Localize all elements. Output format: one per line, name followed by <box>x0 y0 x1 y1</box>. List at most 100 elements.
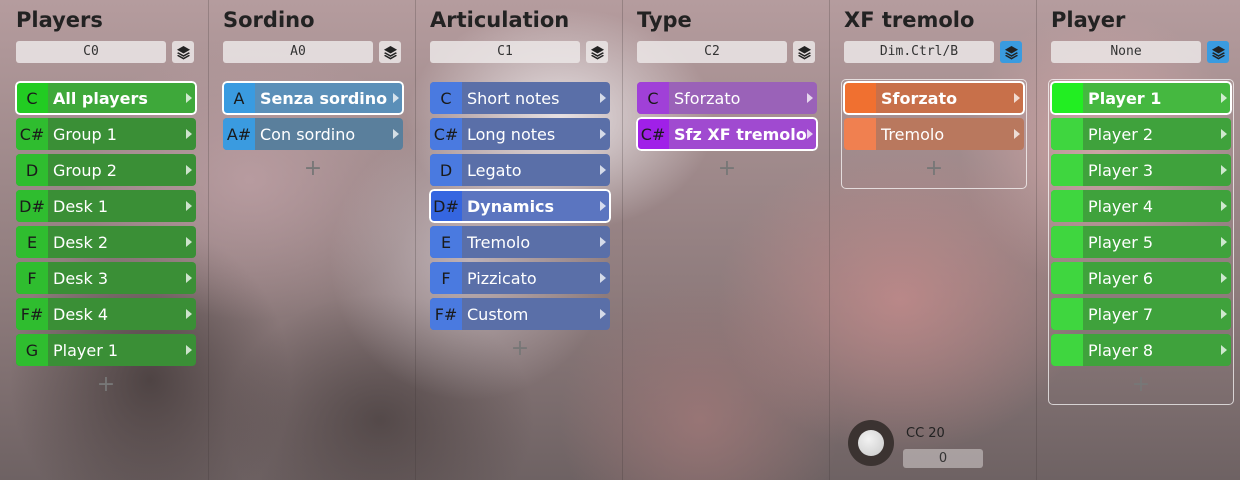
articulation-list: C Short notes C# Long notes D Legato D# Dynamic… <box>429 82 611 364</box>
chevron-right-icon <box>1014 93 1020 103</box>
key-swatch <box>1051 262 1083 294</box>
chevron-right-icon <box>600 201 606 211</box>
layers-button[interactable] <box>172 41 194 63</box>
list-item[interactable]: Player 1 <box>1050 81 1232 115</box>
column-title: Player <box>1051 8 1126 32</box>
item-label: Player 7 <box>1088 304 1154 324</box>
item-label: Player 1 <box>53 340 119 360</box>
list-item[interactable]: D# Desk 1 <box>16 190 196 222</box>
chevron-right-icon <box>1221 345 1227 355</box>
chevron-right-icon <box>393 129 399 139</box>
key-swatch: C <box>430 82 462 114</box>
list-item[interactable]: F Pizzicato <box>430 262 610 294</box>
cc-value-field[interactable]: 0 <box>903 449 983 468</box>
chevron-right-icon <box>393 93 399 103</box>
list-item[interactable]: Player 4 <box>1051 190 1231 222</box>
key-swatch: D# <box>16 190 48 222</box>
layers-button[interactable] <box>793 41 815 63</box>
list-item[interactable]: D Group 2 <box>16 154 196 186</box>
key-swatch: C <box>16 82 48 114</box>
key-swatch: G <box>16 334 48 366</box>
list-item[interactable]: Sforzato <box>843 81 1025 115</box>
chevron-right-icon <box>1221 165 1227 175</box>
add-item-button[interactable]: + <box>16 370 196 400</box>
knob-cap <box>858 430 884 456</box>
chevron-right-icon <box>1221 129 1227 139</box>
list-item[interactable]: A# Con sordino <box>223 118 403 150</box>
list-item[interactable]: Player 6 <box>1051 262 1231 294</box>
item-label: Player 2 <box>1088 124 1154 144</box>
column-title: Type <box>637 8 692 32</box>
add-item-button[interactable]: + <box>430 334 610 364</box>
chevron-right-icon <box>600 129 606 139</box>
keyswitch-field[interactable]: C1 <box>430 41 580 63</box>
layers-button[interactable] <box>1000 41 1022 63</box>
articulation-list: A Senza sordino A# Con sordino + <box>222 81 404 184</box>
key-swatch <box>1051 118 1083 150</box>
layers-button[interactable] <box>1207 41 1229 63</box>
column-player: Player None Player 1 Player 2 Player 3 Play… <box>1043 0 1240 480</box>
add-item-button[interactable]: + <box>223 154 403 184</box>
list-item[interactable]: C# Long notes <box>430 118 610 150</box>
list-item[interactable]: D# Dynamics <box>429 189 611 223</box>
chevron-right-icon <box>600 237 606 247</box>
add-item-button[interactable]: + <box>1051 370 1231 400</box>
chevron-right-icon <box>1221 93 1227 103</box>
item-label: Player 5 <box>1088 232 1154 252</box>
chevron-right-icon <box>1221 309 1227 319</box>
item-label: Desk 4 <box>53 304 109 324</box>
key-swatch: C# <box>637 118 669 150</box>
list-item[interactable]: F# Custom <box>430 298 610 330</box>
keyswitch-field[interactable]: C2 <box>637 41 787 63</box>
layers-icon <box>1211 45 1225 59</box>
column-title: Sordino <box>223 8 315 32</box>
list-item[interactable]: C Sforzato <box>637 82 817 114</box>
list-item[interactable]: C Short notes <box>430 82 610 114</box>
list-item[interactable]: Player 2 <box>1051 118 1231 150</box>
key-swatch <box>1051 334 1083 366</box>
list-item[interactable]: E Tremolo <box>430 226 610 258</box>
key-swatch: C <box>637 82 669 114</box>
add-item-button[interactable]: + <box>637 154 817 184</box>
list-item[interactable]: Player 3 <box>1051 154 1231 186</box>
keyswitch-field[interactable]: C0 <box>16 41 166 63</box>
knob-body <box>848 420 894 466</box>
list-item[interactable]: F Desk 3 <box>16 262 196 294</box>
add-item-button[interactable]: + <box>844 154 1024 184</box>
list-item[interactable]: Player 5 <box>1051 226 1231 258</box>
list-item[interactable]: Player 8 <box>1051 334 1231 366</box>
list-item[interactable]: Player 7 <box>1051 298 1231 330</box>
item-label: Group 1 <box>53 124 117 144</box>
keyswitch-field[interactable]: None <box>1051 41 1201 63</box>
key-swatch: A# <box>223 118 255 150</box>
keyswitch-field[interactable]: A0 <box>223 41 373 63</box>
list-item[interactable]: C# Sfz XF tremolo <box>636 117 818 151</box>
layers-button[interactable] <box>586 41 608 63</box>
chevron-right-icon <box>186 237 192 247</box>
column-title: XF tremolo <box>844 8 975 32</box>
list-item[interactable]: A Senza sordino <box>222 81 404 115</box>
column-title: Articulation <box>430 8 570 32</box>
list-item[interactable]: D Legato <box>430 154 610 186</box>
list-item[interactable]: C All players <box>15 81 197 115</box>
chevron-right-icon <box>807 93 813 103</box>
articulation-list: C All players C# Group 1 D Group 2 D# Desk 1 E De… <box>15 81 197 400</box>
item-label: Desk 2 <box>53 232 109 252</box>
cc-label: CC 20 <box>906 426 945 441</box>
item-label: Player 4 <box>1088 196 1154 216</box>
list-item[interactable]: G Player 1 <box>16 334 196 366</box>
item-label: Player 3 <box>1088 160 1154 180</box>
layers-button[interactable] <box>379 41 401 63</box>
keyswitch-field[interactable]: Dim.Ctrl/B <box>844 41 994 63</box>
list-item[interactable]: C# Group 1 <box>16 118 196 150</box>
chevron-right-icon <box>186 93 192 103</box>
list-item[interactable]: Tremolo <box>844 118 1024 150</box>
list-item[interactable]: E Desk 2 <box>16 226 196 258</box>
chevron-right-icon <box>1221 273 1227 283</box>
key-swatch: D <box>16 154 48 186</box>
cc-knob[interactable] <box>848 420 898 466</box>
item-label: Custom <box>467 304 529 324</box>
column-title: Players <box>16 8 103 32</box>
key-swatch: E <box>16 226 48 258</box>
list-item[interactable]: F# Desk 4 <box>16 298 196 330</box>
